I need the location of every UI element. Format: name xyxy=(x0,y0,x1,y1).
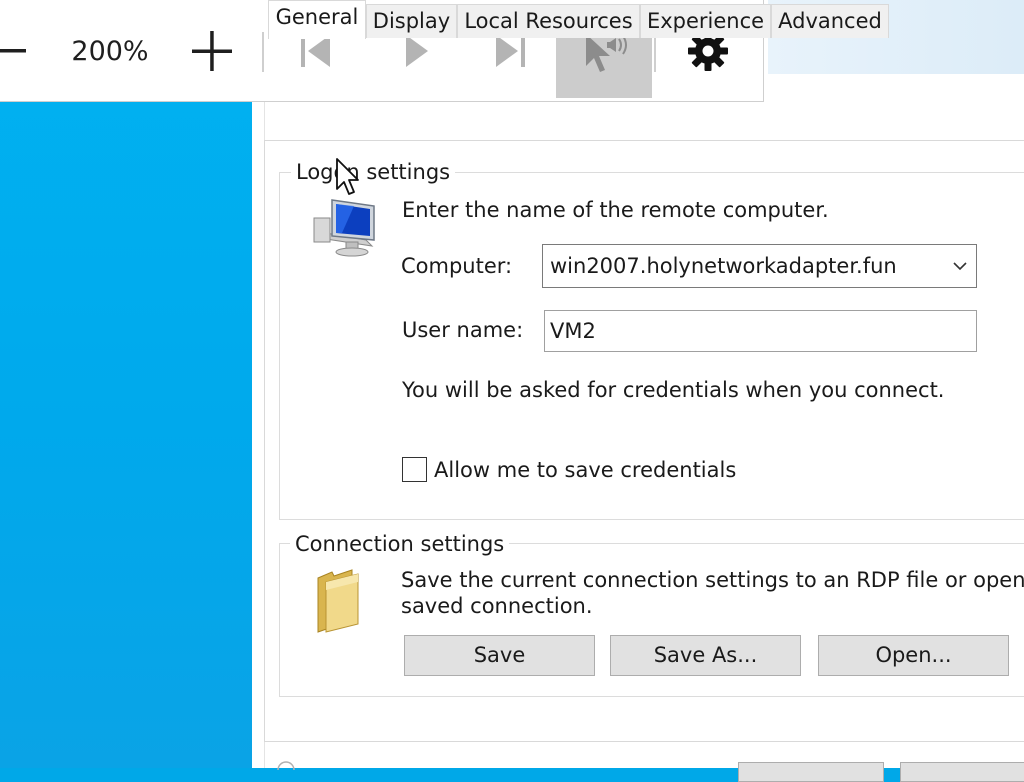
connection-description-line1: Save the current connection settings to … xyxy=(401,568,1024,592)
toolbar-separator xyxy=(654,32,656,72)
dialog-bottom-button[interactable] xyxy=(738,762,884,782)
save-as-button[interactable]: Save As... xyxy=(610,635,801,676)
tab-general[interactable]: General xyxy=(268,0,366,39)
mouse-cursor-icon xyxy=(336,158,359,195)
computer-combobox[interactable]: win2007.holynetworkadapter.fun xyxy=(542,244,977,288)
options-chevron-icon[interactable] xyxy=(276,760,296,770)
tab-local-resources-label: Local Resources xyxy=(464,9,633,33)
minus-icon xyxy=(0,49,26,53)
credentials-note: You will be asked for credentials when y… xyxy=(402,378,945,402)
computer-icon xyxy=(313,199,375,257)
logon-instruction: Enter the name of the remote computer. xyxy=(402,198,829,222)
save-credentials-checkbox[interactable] xyxy=(402,457,427,482)
zoom-level: 200% xyxy=(71,36,149,67)
tab-experience-label: Experience xyxy=(646,9,765,33)
folder-icon xyxy=(317,569,359,633)
plus-icon xyxy=(192,31,232,71)
open-button[interactable]: Open... xyxy=(818,635,1009,676)
connection-settings-legend: Connection settings xyxy=(290,531,510,557)
username-field[interactable] xyxy=(544,310,977,352)
tab-general-label: General xyxy=(275,5,359,29)
desktop-background xyxy=(0,0,252,768)
tab-experience[interactable]: Experience xyxy=(640,4,771,38)
tab-advanced-label: Advanced xyxy=(778,9,882,33)
tab-local-resources[interactable]: Local Resources xyxy=(457,4,640,38)
save-credentials-label[interactable]: Allow me to save credentials xyxy=(434,457,736,483)
tab-display-label: Display xyxy=(372,9,451,33)
dialog-bottom-button[interactable] xyxy=(900,762,1024,782)
tab-display[interactable]: Display xyxy=(366,4,457,38)
username-label: User name: xyxy=(402,318,524,342)
zoom-out-button[interactable] xyxy=(0,4,34,98)
tab-advanced[interactable]: Advanced xyxy=(771,4,889,38)
computer-value: win2007.holynetworkadapter.fun xyxy=(550,254,897,278)
toolbar-separator xyxy=(262,32,264,72)
computer-label: Computer: xyxy=(401,254,513,278)
logon-settings-legend: Logon settings xyxy=(291,159,456,185)
connection-description-line2: saved connection. xyxy=(401,594,593,618)
save-button[interactable]: Save xyxy=(404,635,595,676)
username-input[interactable] xyxy=(545,311,976,351)
zoom-in-button[interactable] xyxy=(186,4,238,98)
chevron-down-icon[interactable] xyxy=(952,258,968,274)
